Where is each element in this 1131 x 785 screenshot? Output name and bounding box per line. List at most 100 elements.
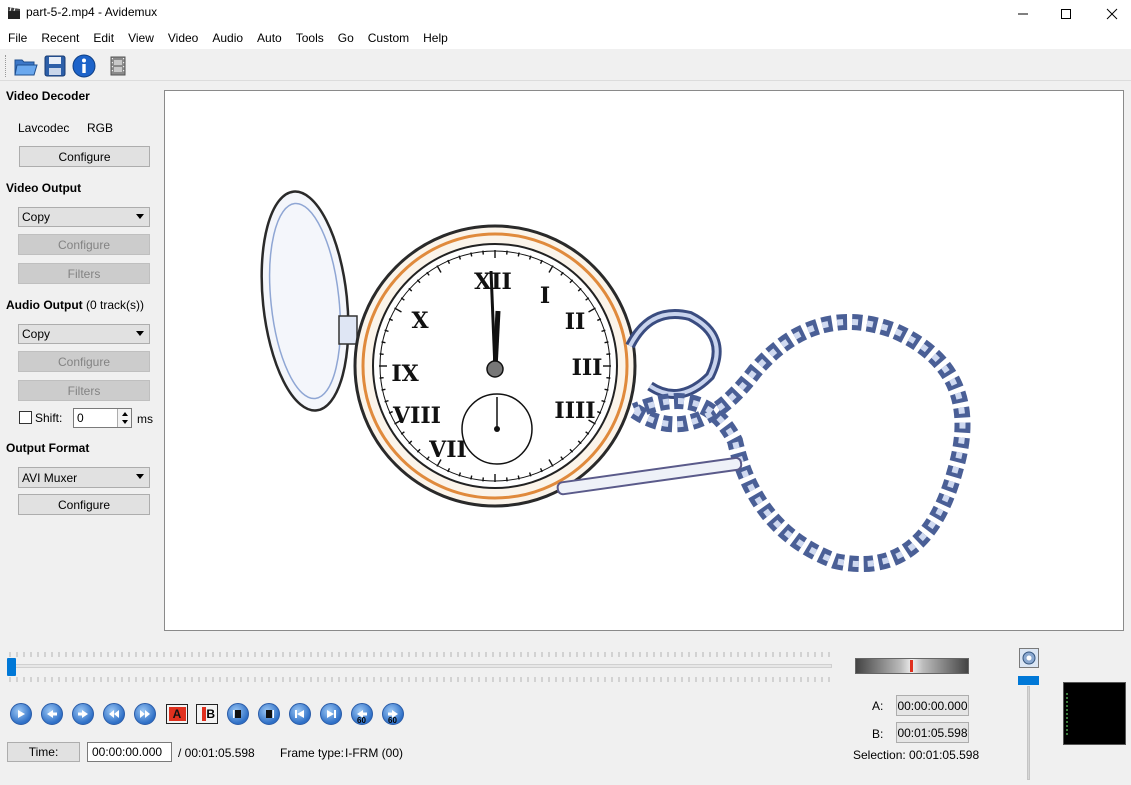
shift-value: 0 <box>77 411 84 425</box>
decoder-colorspace: RGB <box>87 121 114 135</box>
spin-buttons[interactable] <box>117 409 131 427</box>
next-keyframe-button[interactable] <box>134 703 156 725</box>
video-output-select[interactable]: Copy <box>18 207 150 227</box>
next-keyframe-icon <box>140 710 150 718</box>
video-decoder-label: Video Decoder <box>6 89 90 103</box>
menu-edit[interactable]: Edit <box>86 27 121 49</box>
chevron-down-icon <box>136 331 144 336</box>
menu-file[interactable]: File <box>1 27 34 49</box>
title-bar: part-5-2.mp4 - Avidemux <box>0 0 1131 27</box>
current-time-field[interactable]: 00:00:00.000 <box>87 742 172 762</box>
toolbar-grip <box>5 55 7 77</box>
close-button[interactable] <box>1089 0 1131 27</box>
output-format-label: Output Format <box>6 441 90 455</box>
properties-button[interactable] <box>105 53 131 79</box>
menu-auto[interactable]: Auto <box>250 27 289 49</box>
svg-text:IX: IX <box>391 361 419 387</box>
menu-video[interactable]: Video <box>161 27 205 49</box>
previous-keyframe-button[interactable] <box>103 703 125 725</box>
menu-go[interactable]: Go <box>331 27 361 49</box>
format-configure-button[interactable]: Configure <box>18 494 150 515</box>
svg-text:I: I <box>540 283 550 309</box>
toolbar <box>0 50 1131 81</box>
menu-custom[interactable]: Custom <box>361 27 416 49</box>
play-button[interactable] <box>10 703 32 725</box>
jog-shuttle[interactable] <box>855 658 969 674</box>
set-marker-a-icon: A <box>168 707 186 721</box>
film-strip-icon <box>110 56 126 76</box>
volume-handle[interactable] <box>1018 676 1039 685</box>
next-frame-icon <box>78 710 88 718</box>
chevron-down-icon <box>136 214 144 219</box>
timeline-slider-handle[interactable] <box>7 658 16 676</box>
shift-spinbox[interactable]: 0 <box>73 408 132 428</box>
menu-view[interactable]: View <box>121 27 161 49</box>
selection-label: Selection: <box>853 748 906 762</box>
audio-track-count: (0 track(s)) <box>85 298 144 312</box>
video-configure-button[interactable]: Configure <box>18 234 150 255</box>
previous-frame-button[interactable] <box>41 703 63 725</box>
video-filters-button[interactable]: Filters <box>18 263 150 284</box>
svg-text:VIII: VIII <box>392 403 441 429</box>
audio-output-label: Audio Output <box>6 298 83 312</box>
save-button[interactable] <box>42 53 68 79</box>
window-title: part-5-2.mp4 - Avidemux <box>26 5 158 19</box>
timeline-ticks-bottom <box>9 677 830 682</box>
next-black-frame-button[interactable] <box>258 703 280 725</box>
play-icon <box>18 710 25 718</box>
svg-text:II: II <box>565 309 586 335</box>
open-button[interactable] <box>13 53 39 79</box>
svg-text:IIII: IIII <box>554 398 595 424</box>
info-button[interactable] <box>71 53 97 79</box>
previous-keyframe-icon <box>109 710 119 718</box>
save-disk-icon <box>44 55 66 77</box>
video-output-value: Copy <box>22 210 51 224</box>
previous-black-frame-icon <box>233 710 241 718</box>
maximize-button[interactable] <box>1043 0 1089 27</box>
volume-track[interactable] <box>1027 686 1030 780</box>
goto-first-frame-button[interactable] <box>289 703 311 725</box>
clapperboard-icon <box>8 7 20 19</box>
jog-indicator <box>910 660 913 672</box>
menu-bar: File Recent Edit View Video Audio Auto T… <box>0 27 1131 49</box>
pocket-watch-image: XII I II III IIII X IX VIII VII <box>260 190 971 573</box>
time-button[interactable]: Time: <box>7 742 80 762</box>
volume-button[interactable] <box>1019 648 1039 668</box>
marker-b-value: 00:01:05.598 <box>896 722 969 743</box>
chevron-down-icon <box>136 474 144 479</box>
selection-info: Selection: 00:01:05.598 <box>853 748 979 762</box>
timeline-ticks-top <box>9 652 830 657</box>
shift-unit: ms <box>137 412 153 426</box>
audio-output-header: Audio Output (0 track(s)) <box>6 298 144 312</box>
audio-filters-button[interactable]: Filters <box>18 380 150 401</box>
output-format-value: AVI Muxer <box>22 470 78 485</box>
minimize-button[interactable] <box>1000 0 1046 27</box>
audio-output-select[interactable]: Copy <box>18 324 150 344</box>
svg-text:X: X <box>411 308 429 334</box>
forward-60-label: 60 <box>388 716 397 725</box>
previous-black-frame-button[interactable] <box>227 703 249 725</box>
marker-b-label: B: <box>872 727 884 741</box>
shift-checkbox[interactable] <box>19 411 32 424</box>
close-icon <box>1106 8 1118 19</box>
set-marker-a-button[interactable]: A <box>166 704 188 724</box>
goto-last-frame-button[interactable] <box>320 703 342 725</box>
audio-configure-button[interactable]: Configure <box>18 351 150 372</box>
timeline-slider-track[interactable] <box>8 664 832 668</box>
audio-output-value: Copy <box>22 327 51 341</box>
decoder-codec: Lavcodec <box>18 121 70 135</box>
next-frame-button[interactable] <box>72 703 94 725</box>
open-folder-icon <box>14 59 38 76</box>
output-format-select[interactable]: AVI Muxer <box>18 467 150 488</box>
previous-frame-icon <box>47 710 57 718</box>
menu-help[interactable]: Help <box>416 27 455 49</box>
menu-tools[interactable]: Tools <box>289 27 331 49</box>
frame-type-value: I-FRM (00) <box>345 746 403 760</box>
decoder-configure-button[interactable]: Configure <box>19 146 150 167</box>
set-marker-b-button[interactable]: B <box>196 704 218 724</box>
next-black-frame-icon <box>266 710 274 718</box>
video-output-label: Video Output <box>6 181 82 195</box>
menu-audio[interactable]: Audio <box>205 27 250 49</box>
total-time: / 00:01:05.598 <box>178 746 255 760</box>
menu-recent[interactable]: Recent <box>34 27 86 49</box>
